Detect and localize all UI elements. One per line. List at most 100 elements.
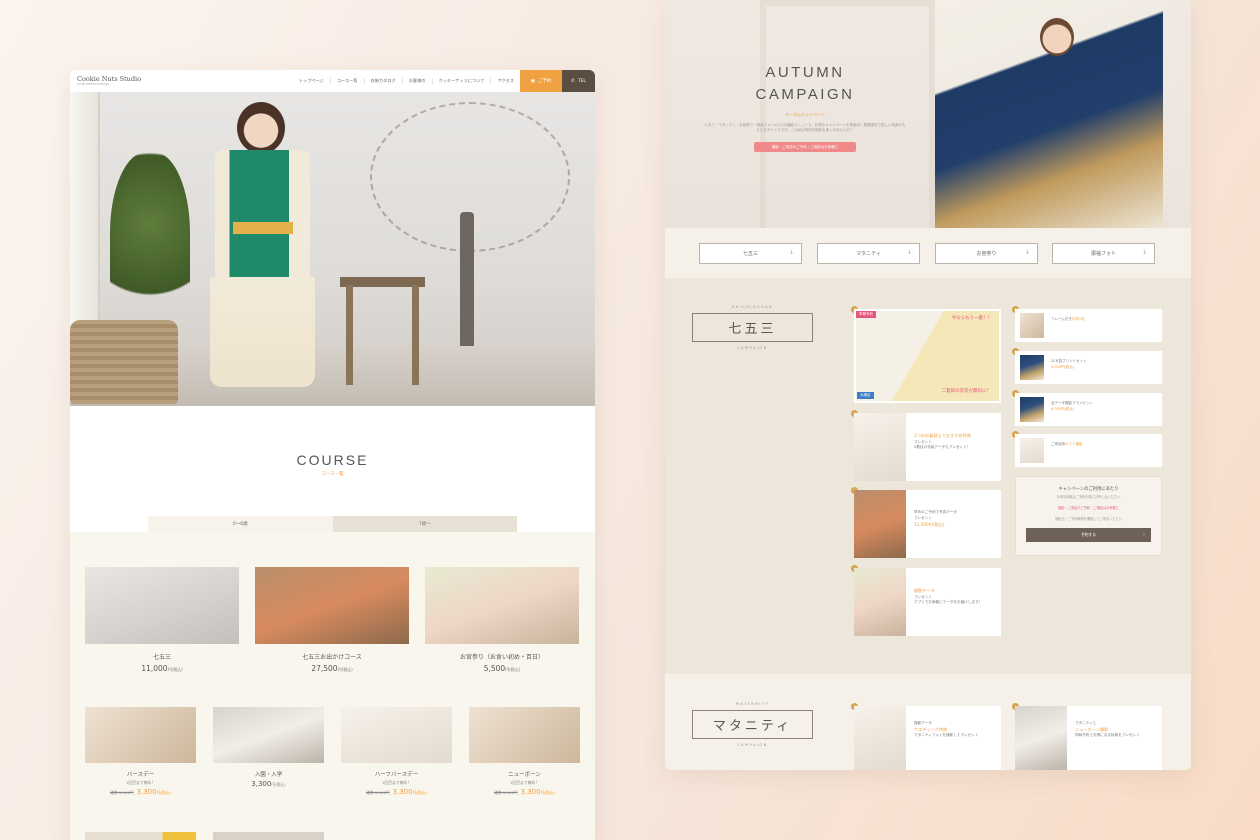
benefit-text: 3つのお着替えでおすすめ特典 プレゼント 2着目の衣装データもプレゼント！ xyxy=(914,433,971,450)
benefit-tag: 早期予約 xyxy=(856,311,876,318)
benefit-card[interactable]: 撮影データ プレゼント アプリでお気軽にデータをお届けします！ xyxy=(854,568,1001,636)
campaign-subtitle: オータムキャンペーン xyxy=(785,111,825,117)
course-label: 七五三お出かけコース xyxy=(302,654,362,661)
campaign-tabs: 七五三 ↓ マタニティ ↓ お宮参り ↓ 振袖フォト ↓ xyxy=(665,228,1191,278)
benefit-photo xyxy=(854,413,906,481)
course-note: 1回目まで無料！ xyxy=(510,780,539,785)
nav-item-access[interactable]: アクセス xyxy=(491,78,520,84)
campaign-intro: AUTUMN CAMPAIGN オータムキャンペーン 七五三・マタニティ・お宮参… xyxy=(665,62,945,152)
course-photo xyxy=(469,707,580,763)
campaign-hero: AUTUMN CAMPAIGN オータムキャンペーン 七五三・マタニティ・お宮参… xyxy=(665,0,1191,228)
section-label: SHICHIGOSAN 七五三 CAMPAIGN xyxy=(692,305,813,350)
course-photo xyxy=(85,707,196,763)
course-card-birthday[interactable]: バースデー 1回目まで無料！ 通常 5,500円 3,300円(税込) xyxy=(85,707,196,796)
arrow-down-icon: ↓ xyxy=(906,249,912,256)
notice-title: キャンペーンのご利用にあたり xyxy=(1058,487,1119,492)
section-title: 七五三 xyxy=(692,313,813,342)
nav-item-costume[interactable]: 衣装カタログ xyxy=(365,78,403,84)
benefit-photo xyxy=(854,568,906,636)
course-note: 1回目まで無料！ xyxy=(126,780,155,785)
reserve-now-button[interactable]: 予約する › xyxy=(1026,528,1151,542)
campaign-cta-button[interactable]: 撮影・ご来店のご予約・ご相談はお気軽に xyxy=(754,142,856,152)
tab-label: 振袖フォト xyxy=(1090,251,1116,257)
button-label: 予約する xyxy=(1080,532,1097,537)
course-price: 5,500円(税込) xyxy=(483,664,521,673)
tab-age-0-6[interactable]: 0〜6歳 xyxy=(148,516,333,532)
arrow-down-icon: ↓ xyxy=(1141,249,1147,256)
course-price: 3,300円(税込) xyxy=(251,780,286,788)
benefit-card-small[interactable]: フレーム付き写真1枚 xyxy=(1015,309,1162,342)
course-photo xyxy=(425,567,579,644)
course-page-mockup: Cookie Nuts Studio CUTE PHOTO STUDIO トップ… xyxy=(70,70,595,840)
benefit-card-small[interactable]: 全データ撮影プランセット 6,000円(税込) xyxy=(1015,393,1162,426)
campaign-photo xyxy=(935,0,1163,228)
course-card-shichigosan[interactable]: 七五三 11,000円(税込) xyxy=(85,567,239,673)
hero-image xyxy=(70,92,595,406)
tab-furisode[interactable]: 振袖フォト ↓ xyxy=(1052,243,1155,264)
course-card-enrollment[interactable]: 入園・入学 3,300円(税込) xyxy=(213,707,324,788)
section-eng: SHICHIGOSAN xyxy=(731,305,774,309)
section-label: MATERNITY マタニティ CAMPAIGN xyxy=(692,702,813,747)
tab-label: 七五三 xyxy=(742,251,758,257)
course-card-partial xyxy=(213,832,324,840)
course-card-newborn[interactable]: ニューボーン 1回目まで無料！ 通常 5,500円 3,300円(税込) xyxy=(469,707,580,796)
benefit-photo xyxy=(854,706,906,770)
global-nav: トップページ コース一覧 衣装カタログ お客様の クッキーナッツについて アクセ… xyxy=(293,78,520,84)
nav-item-top[interactable]: トップページ xyxy=(293,78,331,84)
benefit-card[interactable]: 早めのご予約で写真データ プレゼント 11,000円(税込) xyxy=(854,490,1001,558)
notice-line: お得な特典はご予約の際にお申し出ください xyxy=(1056,495,1121,499)
tab-maternity[interactable]: マタニティ ↓ xyxy=(817,243,920,264)
arrow-down-icon: ↓ xyxy=(1024,249,1030,256)
benefit-corner: 大満足 xyxy=(857,392,874,399)
reserve-button[interactable]: ▣ ご予約 xyxy=(520,70,562,92)
benefit-photo xyxy=(1015,706,1067,770)
nav-item-customers[interactable]: お客様の xyxy=(403,78,433,84)
course-label: お宮参り（お食い初め・百日） xyxy=(459,654,544,661)
course-note: 1回目まで無料！ xyxy=(382,780,411,785)
course-card-half-birthday[interactable]: ハーフバースデー 1回目まで無料！ 通常 5,500円 3,300円(税込) xyxy=(341,707,452,796)
course-card-outing[interactable]: 七五三お出かけコース 27,500円(税込) xyxy=(255,567,409,673)
nav-item-courses[interactable]: コース一覧 xyxy=(331,78,365,84)
logo-sub: CUTE PHOTO STUDIO xyxy=(77,82,110,87)
age-tabs: 0〜6歳 7歳〜 xyxy=(148,516,517,532)
benefit-photo xyxy=(1020,397,1044,422)
benefit-card-small[interactable]: ご来店時ギフト撮影 xyxy=(1015,434,1162,467)
benefit-card-small[interactable]: 2L写真プリントセット 4,000円(税込) xyxy=(1015,351,1162,384)
benefit-text: 撮影データ ウエディング特典 マタニティフォトを撮影してプレゼント xyxy=(914,721,979,738)
maternity-section: MATERNITY マタニティ CAMPAIGN 1 撮影データ ウエディング特… xyxy=(665,674,1191,770)
benefit-photo xyxy=(854,490,906,558)
tab-label: マタニティ xyxy=(856,251,881,257)
course-price: 27,500円(税込) xyxy=(311,664,353,673)
benefit-text: 2L写真プリントセット 4,000円(税込) xyxy=(1051,359,1087,369)
course-label: 七五三 xyxy=(152,654,171,661)
tab-shichigosan[interactable]: 七五三 ↓ xyxy=(699,243,802,264)
tab-omiyamairi[interactable]: お宮参り ↓ xyxy=(935,243,1038,264)
course-card-omiyamairi[interactable]: お宮参り（お食い初め・百日） 5,500円(税込) xyxy=(425,567,579,673)
benefit-text: フレーム付き写真1枚 xyxy=(1051,317,1085,321)
benefit-headline: 今ならもう一着！！ xyxy=(951,316,992,321)
benefit-caption: 二着目の衣装が無料に！ xyxy=(941,389,992,394)
tel-button[interactable]: ✆ TEL xyxy=(562,70,595,92)
course-price: 通常 5,500円 3,300円(税込) xyxy=(366,788,427,796)
benefit-text: 撮影データ プレゼント アプリでお気軽にデータをお届けします！ xyxy=(914,588,983,605)
course-label: ニューボーン xyxy=(508,772,541,778)
maternity-card[interactable]: マタニティと ニューボーン撮影 同時予約でお得になる特典をプレゼント xyxy=(1015,706,1162,770)
nav-item-about[interactable]: クッキーナッツについて xyxy=(433,78,492,84)
benefit-card-main[interactable]: 早期予約 今ならもう一着！！ 二着目の衣装が無料に！ 大満足 xyxy=(854,309,1001,403)
benefit-photo xyxy=(1020,438,1044,463)
campaign-page-mockup: AUTUMN CAMPAIGN オータムキャンペーン 七五三・マタニティ・お宮参… xyxy=(665,0,1191,770)
section-campaign: CAMPAIGN xyxy=(737,743,768,747)
benefit-text: ご来店時ギフト撮影 xyxy=(1051,442,1083,446)
site-logo[interactable]: Cookie Nuts Studio CUTE PHOTO STUDIO xyxy=(70,76,141,87)
phone-icon: ✆ xyxy=(571,78,575,84)
course-card-partial xyxy=(85,832,196,840)
course-label: バースデー xyxy=(126,772,155,778)
benefit-photo xyxy=(1020,355,1044,380)
course-list: 七五三 11,000円(税込) 七五三お出かけコース 27,500円(税込) お… xyxy=(70,532,595,840)
arrow-down-icon: ↓ xyxy=(788,249,794,256)
course-label: ハーフバースデー xyxy=(374,772,419,778)
benefit-card[interactable]: 3つのお着替えでおすすめ特典 プレゼント 2着目の衣装データもプレゼント！ xyxy=(854,413,1001,481)
maternity-card[interactable]: 撮影データ ウエディング特典 マタニティフォトを撮影してプレゼント xyxy=(854,706,1001,770)
course-subtitle: コース一覧 xyxy=(321,472,344,477)
tab-age-7-plus[interactable]: 7歳〜 xyxy=(332,516,517,532)
